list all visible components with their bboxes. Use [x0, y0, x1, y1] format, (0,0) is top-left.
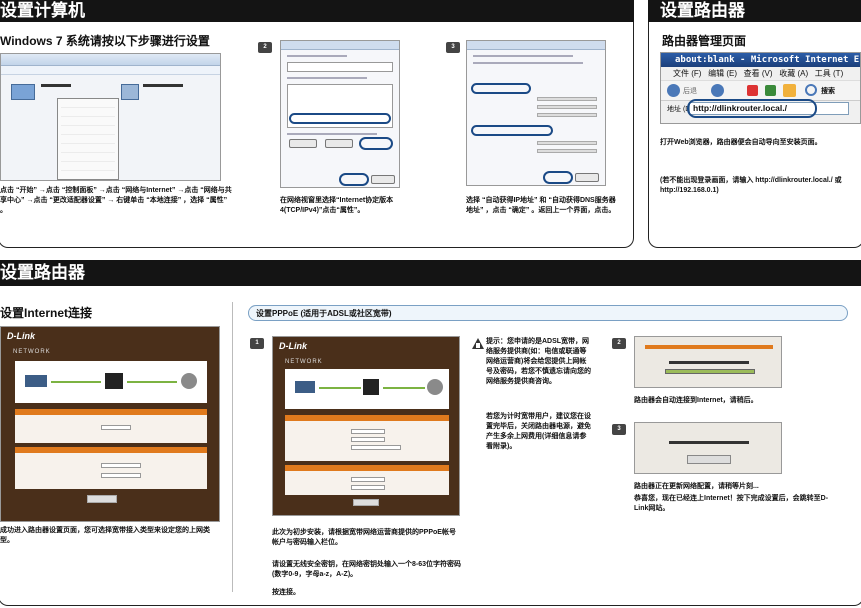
menu-view[interactable]: 查看 (V): [744, 69, 773, 78]
section-banner-setup-router-2: 设置路由器: [0, 260, 861, 286]
step2-caption: 在网络视窗里选择“Internet协定版本4(TCP/IPv4)”点击“属性”。: [280, 197, 394, 214]
browser-menu: 文件 (F) 编辑 (E) 查看 (V) 收藏 (A) 工具 (T): [661, 67, 860, 80]
section-banner-setup-computer: 设置计算机: [0, 0, 634, 22]
pppoe-step-badge-3: 3: [612, 424, 626, 435]
address-bar: 地址 (D) http://dlinkrouter.local./: [661, 99, 860, 118]
browser-toolbar: 后退 搜索: [661, 80, 860, 100]
search-label[interactable]: 搜索: [821, 86, 835, 96]
pppoe-step1-caption-a: 此次为初步安装，请根据宽带网络运营商提供的PPPoE帐号帐户与密码输入栏位。: [272, 529, 456, 546]
section-divider: [232, 302, 233, 592]
browser-title: about:blank - Microsoft Internet E: [661, 53, 860, 67]
banner-title: 设置路由器: [0, 263, 85, 282]
win7-control-panel-screenshot: [0, 53, 221, 181]
pppoe-step-badge-2: 2: [612, 338, 626, 349]
menu-tools[interactable]: 工具 (T): [815, 69, 843, 78]
router-page-subtitle: 路由器管理页面: [662, 34, 747, 48]
router-ui-screenshot-pppoe: D-Link NETWORK: [272, 336, 460, 516]
internet-caption: 成功进入路由器设置页面，您可选择宽带接入类型来设定您的上网类型。: [0, 527, 210, 544]
pppoe-step1-caption-b: 请设置无线安全密钥，在网络密钥处输入一个8-63位字符密码(数字0-9，字母a-…: [272, 561, 462, 578]
banner-title: 设置计算机: [0, 1, 85, 20]
menu-file[interactable]: 文件 (F): [673, 69, 701, 78]
back-label[interactable]: 后退: [683, 86, 697, 96]
connecting-screenshot: [634, 336, 782, 388]
ipv4-properties-screenshot: [466, 40, 606, 186]
step-badge-3: 3: [446, 42, 460, 53]
router-ui-screenshot-main: D-Link NETWORK: [0, 326, 220, 522]
pppoe-step3-caption-a: 路由器正在更新网络配置，请稍等片刻...: [634, 483, 759, 490]
back-icon[interactable]: [667, 84, 680, 97]
step-badge-2: 2: [258, 42, 272, 53]
step1-caption: 点击 “开始” →点击 “控制面板” →点击 “网络与Internet” →点击…: [0, 187, 232, 214]
tip-text: 提示：您申请的是ADSL宽带，网络服务提供商(如：电信或联通等网络运营商)将会给…: [486, 338, 591, 385]
internet-subtitle: 设置Internet连接: [0, 306, 93, 320]
dlink-logo: D-Link: [7, 331, 35, 341]
warning-icon-inner: [476, 343, 480, 348]
forward-icon[interactable]: [711, 84, 724, 97]
pppoe-title: 设置PPPoE (适用于ADSL或社区宽带): [256, 309, 392, 318]
refresh-icon[interactable]: [765, 85, 776, 96]
ie-browser-screenshot: about:blank - Microsoft Internet E 文件 (F…: [660, 52, 861, 124]
pppoe-step2-caption: 路由器会自动连接到Internet，请稍后。: [634, 397, 758, 404]
pppoe-step1-caption-c: 按连接。: [272, 589, 300, 596]
menu-edit[interactable]: 编辑 (E): [708, 69, 737, 78]
step3-caption: 选择 “自动获得IP地址” 和 “自动获得DNS服务器地址” ，点击 “确定” …: [466, 197, 616, 214]
router-network-label: NETWORK: [13, 349, 51, 355]
stop-icon[interactable]: [747, 85, 758, 96]
done-screenshot: [634, 422, 782, 474]
router-page-info: 打开Web浏览器，路由器便会自动导向至安装页面。: [660, 139, 822, 146]
win7-subtitle: Windows 7 系统请按以下步骤进行设置: [0, 34, 210, 48]
home-icon[interactable]: [783, 84, 796, 97]
section-banner-setup-router: 设置路由器: [648, 0, 861, 22]
banner-title: 设置路由器: [660, 1, 745, 20]
search-icon[interactable]: [805, 84, 817, 96]
router-page-note: (若不能出现登录画面，请输入 http://dlinkrouter.local.…: [660, 177, 842, 194]
tip-text-2: 若您为计时宽带用户，建议您在设置完毕后，关闭路由器电源，避免产生多余上网费用(详…: [486, 413, 591, 450]
local-connection-properties-screenshot: [280, 40, 400, 188]
pppoe-step-badge-1: 1: [250, 338, 264, 349]
menu-favorites[interactable]: 收藏 (A): [779, 69, 808, 78]
pppoe-step3-caption-b: 恭喜您，现在已经连上Internet！按下完成设置后，会跳转至D-Link网站。: [634, 495, 829, 512]
